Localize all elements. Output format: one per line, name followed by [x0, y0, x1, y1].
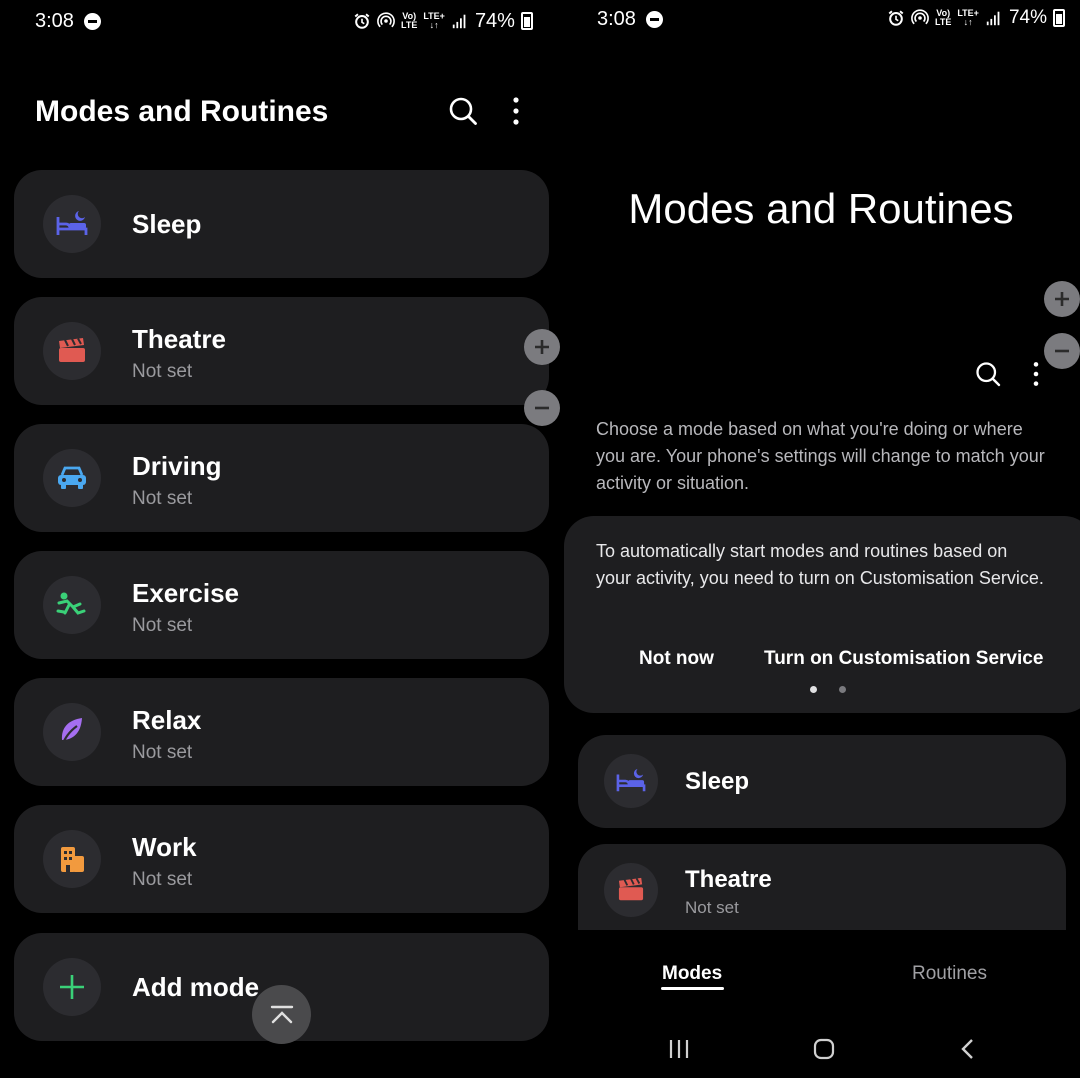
- car-icon: [58, 466, 86, 489]
- running-icon: [56, 592, 86, 615]
- mode-card-theatre[interactable]: Theatre Not set: [14, 297, 549, 405]
- page-dot-2[interactable]: [839, 686, 846, 693]
- customisation-notice-card: To automatically start modes and routine…: [564, 516, 1080, 713]
- mode-card-exercise[interactable]: Exercise Not set: [14, 551, 549, 659]
- volte-indicator: Vo) LTE: [401, 11, 418, 30]
- mode-card-sleep[interactable]: Sleep: [578, 735, 1066, 828]
- page-dot-1[interactable]: [810, 686, 817, 693]
- add-mode-label: Add mode: [132, 972, 260, 1002]
- active-tab-indicator: [661, 987, 724, 990]
- search-icon[interactable]: [974, 360, 1002, 388]
- scroll-to-top-icon: [270, 1005, 293, 1023]
- intro-description: Choose a mode based on what you're doing…: [596, 419, 1045, 493]
- status-icons-left: Vo) LTE LTE+ ↓↑ 74%: [353, 8, 533, 34]
- mode-name: Theatre: [685, 866, 772, 893]
- left-screen: 3:08 Vo) LTE LTE+ ↓↑ 74% Modes and Routine…: [0, 0, 562, 1078]
- pagination-dots: [810, 686, 846, 693]
- mode-status: Not set: [132, 615, 193, 636]
- home-button[interactable]: [808, 1033, 840, 1065]
- building-icon: [61, 847, 84, 872]
- do-not-disturb-icon: [83, 12, 101, 30]
- mode-name: Sleep: [132, 209, 202, 239]
- minus-icon: [535, 406, 549, 410]
- leaf-icon: [60, 718, 82, 747]
- tab-routines[interactable]: Routines: [912, 963, 987, 985]
- right-screen: 3:08 Vo) LTE LTE+ ↓↑ 74% Modes and Routine…: [562, 0, 1080, 1078]
- notice-text: To automatically start modes and routine…: [596, 541, 1044, 588]
- mode-card-theatre[interactable]: Theatre Not set: [578, 844, 1066, 930]
- zoom-in-button[interactable]: [1044, 281, 1080, 317]
- back-icon: [961, 1039, 973, 1059]
- plus-icon: [535, 340, 549, 354]
- mode-card-relax[interactable]: Relax Not set: [14, 678, 549, 786]
- mode-name: Sleep: [685, 768, 750, 795]
- mode-status: Not set: [132, 361, 193, 382]
- mode-status: Not set: [132, 869, 193, 890]
- bed-icon: [616, 768, 646, 792]
- zoom-out-button[interactable]: [524, 390, 560, 426]
- plus-icon: [1055, 292, 1069, 306]
- plus-icon: [60, 975, 84, 999]
- status-bar-right: 3:08: [597, 6, 663, 32]
- recent-apps-button[interactable]: [663, 1033, 695, 1065]
- mode-card-sleep[interactable]: Sleep: [14, 170, 549, 278]
- alarm-icon: [354, 13, 370, 29]
- back-button[interactable]: [952, 1033, 984, 1065]
- signal-icon: [452, 14, 466, 29]
- home-icon: [813, 1038, 835, 1060]
- minus-icon: [1055, 349, 1069, 353]
- more-options-icon[interactable]: [1022, 360, 1050, 388]
- recent-apps-icon: [669, 1040, 689, 1058]
- battery-icon: [1052, 9, 1065, 27]
- turn-on-customisation-button[interactable]: Turn on Customisation Service: [764, 648, 1043, 670]
- volte-indicator: Vo) LTE: [935, 8, 952, 27]
- mode-name: Driving: [132, 451, 222, 481]
- mode-status: Not set: [132, 488, 193, 509]
- zoom-in-button[interactable]: [524, 329, 560, 365]
- alarm-icon: [888, 10, 904, 26]
- signal-icon: [986, 11, 1000, 26]
- bed-icon: [56, 211, 88, 235]
- mode-card-driving[interactable]: Driving Not set: [14, 424, 549, 532]
- mode-name: Relax: [132, 705, 202, 735]
- not-now-button[interactable]: Not now: [639, 648, 714, 670]
- page-title-large: Modes and Routines: [628, 185, 1014, 232]
- more-options-icon[interactable]: [500, 95, 532, 127]
- hotspot-icon: [377, 12, 395, 28]
- mode-name: Exercise: [132, 578, 239, 608]
- mode-status: Not set: [132, 742, 193, 763]
- hotspot-icon: [911, 9, 929, 25]
- status-icons-right: Vo) LTE LTE+ ↓↑ 74%: [887, 5, 1065, 31]
- mode-status: Not set: [685, 898, 739, 917]
- page-title: Modes and Routines: [35, 95, 329, 128]
- mode-name: Work: [132, 832, 197, 862]
- status-bar-left: 3:08: [35, 8, 101, 34]
- status-time: 3:08: [597, 7, 636, 30]
- do-not-disturb-icon: [645, 10, 663, 28]
- clapperboard-icon: [618, 877, 644, 901]
- battery-icon: [520, 12, 533, 30]
- lte-indicator: LTE+ ↓↑: [957, 8, 979, 27]
- mode-name: Theatre: [132, 324, 226, 354]
- clapperboard-icon: [59, 338, 85, 362]
- status-time: 3:08: [35, 9, 74, 32]
- mode-card-work[interactable]: Work Not set: [14, 805, 549, 913]
- lte-indicator: LTE+ ↓↑: [423, 11, 445, 30]
- scroll-to-top-button[interactable]: [252, 985, 311, 1044]
- tab-modes[interactable]: Modes: [662, 963, 722, 985]
- battery-percent: 74%: [474, 9, 515, 32]
- search-icon[interactable]: [447, 95, 479, 127]
- battery-percent: 74%: [1008, 7, 1047, 28]
